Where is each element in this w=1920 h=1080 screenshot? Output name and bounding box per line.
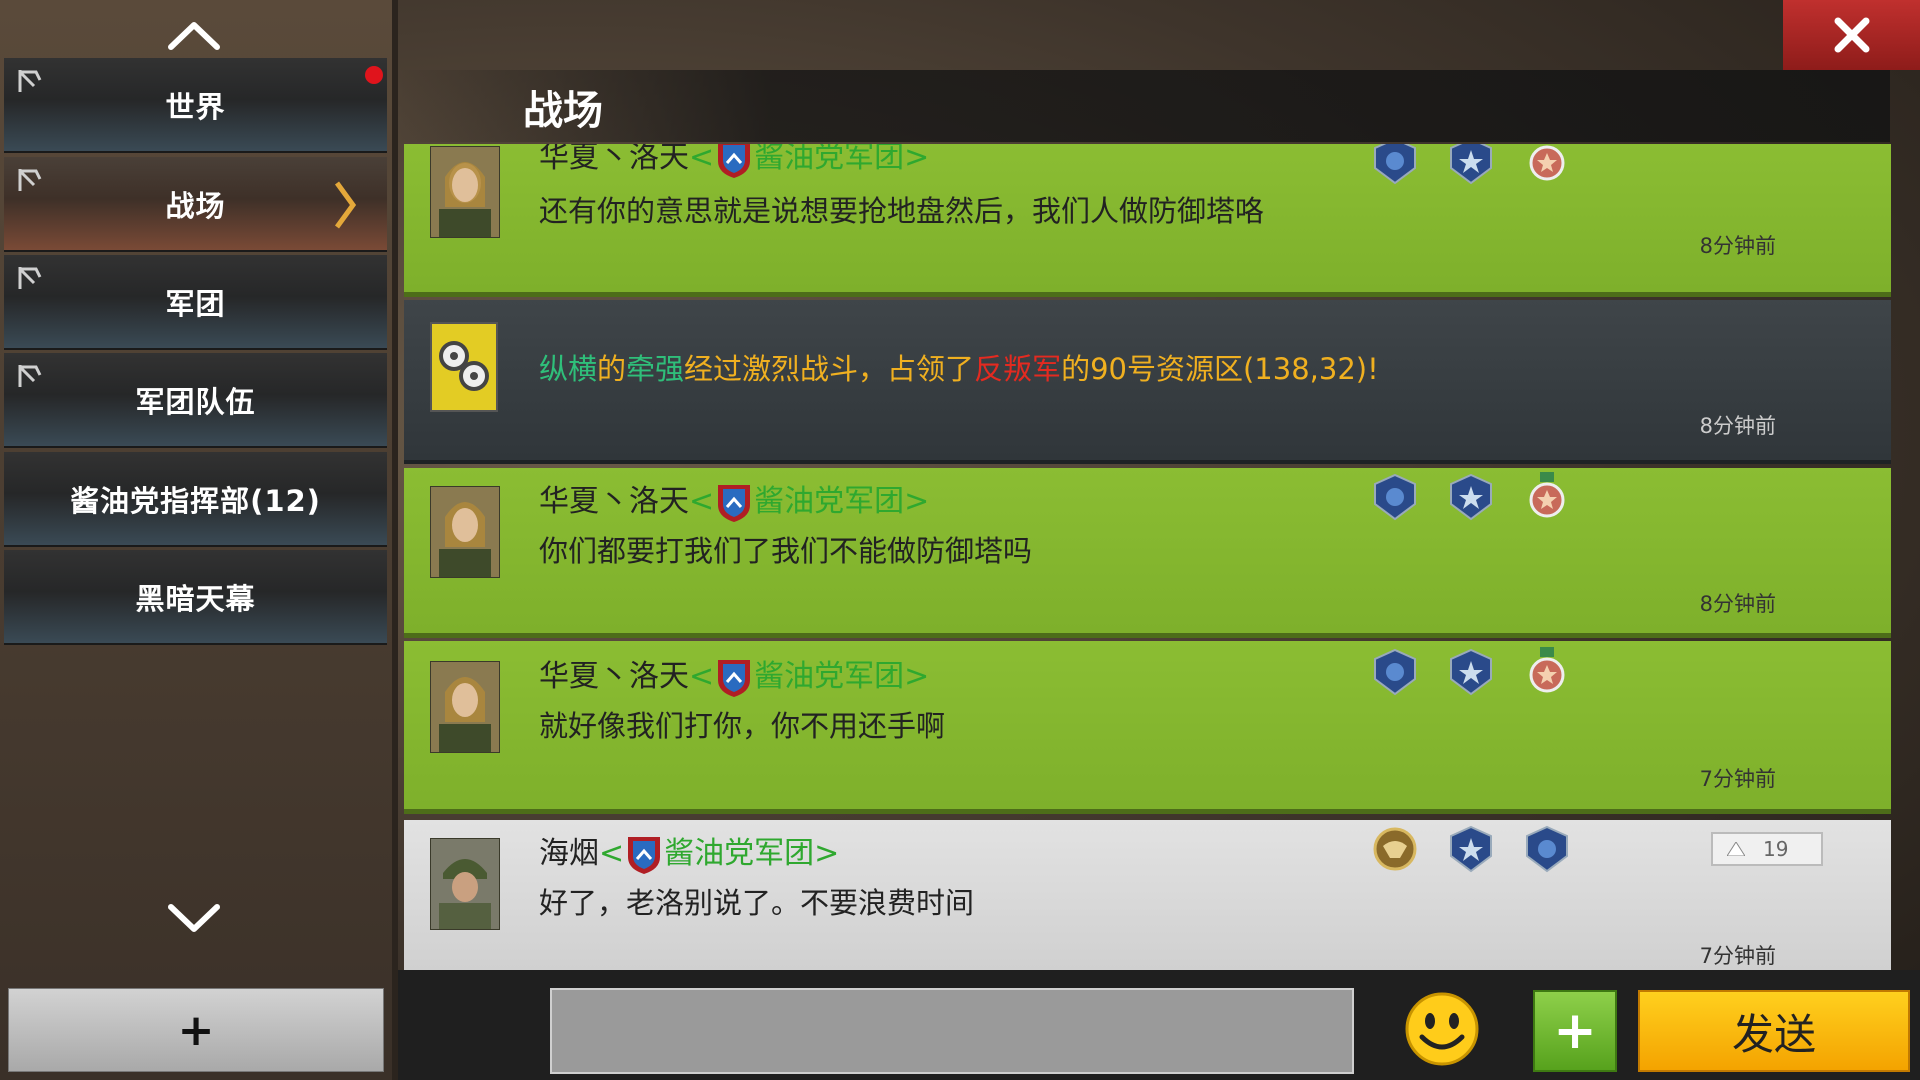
guild-shield-icon — [628, 836, 661, 874]
chat-message-list[interactable]: 华夏丶洛天< 酱油党军团> 还有你的意思就是说想要抢地盘然后，我们人做防御塔咯 8… — [404, 144, 1891, 970]
header-bar: 战场 — [398, 70, 1890, 142]
sidebar-item-legion-team[interactable]: 军团队伍 — [4, 353, 387, 448]
add-channel-button[interactable]: + — [8, 988, 384, 1072]
chat-input[interactable] — [550, 988, 1354, 1074]
send-label: 发送 — [1731, 1009, 1816, 1059]
guild-name[interactable]: 酱油党军团 — [754, 144, 904, 175]
sidebar-item-label: 军团队伍 — [135, 384, 256, 419]
system-gears-icon — [430, 322, 498, 412]
sender-name[interactable]: 海烟 — [539, 836, 599, 871]
avatar[interactable] — [430, 838, 500, 930]
guild-name[interactable]: 酱油党军团 — [754, 659, 904, 694]
message-text: 你们都要打我们了我们不能做防御塔吗 — [539, 534, 1033, 568]
blue-emblem-icon[interactable] — [1446, 647, 1496, 697]
sidebar-item-battlefield[interactable]: 战场 — [4, 157, 387, 252]
star-medal-icon[interactable] — [1522, 647, 1572, 697]
medal-row — [1370, 824, 1572, 874]
star-medal-icon[interactable] — [1522, 144, 1572, 186]
blue-emblem-icon[interactable] — [1522, 824, 1572, 874]
send-button[interactable]: 发送 — [1638, 990, 1910, 1072]
text-fragment: 经过激烈战斗，占领了 — [684, 352, 975, 386]
message-text: 好了，老洛别说了。不要浪费时间 — [539, 886, 975, 920]
medal-row — [1370, 472, 1572, 522]
system-message[interactable]: 纵横的牵强经过激烈战斗，占领了反叛军的90号资源区(138,32)! 8分钟前 — [404, 300, 1891, 464]
avatar[interactable] — [430, 486, 500, 578]
plus-icon: + — [177, 1004, 215, 1056]
blue-emblem-icon[interactable] — [1370, 647, 1420, 697]
channel-sidebar: 世界 战场 军团 军团队伍 酱油党指挥部(12) 黑暗天幕 + — [0, 0, 392, 1080]
system-message-text: 纵横的牵强经过激烈战斗，占领了反叛军的90号资源区(138,32)! — [539, 346, 1379, 388]
pin-icon[interactable] — [14, 66, 44, 96]
medal-row — [1370, 144, 1572, 186]
guild-name[interactable]: 酱油党军团 — [754, 484, 904, 519]
like-arrow-icon — [1727, 842, 1745, 856]
scroll-up-icon[interactable] — [160, 16, 228, 56]
eagle-emblem-icon[interactable] — [1370, 824, 1420, 874]
page-title: 战场 — [523, 88, 603, 134]
blue-emblem-icon[interactable] — [1446, 824, 1496, 874]
sidebar-item-legion[interactable]: 军团 — [4, 255, 387, 350]
medal-row — [1370, 647, 1572, 697]
message-text: 还有你的意思就是说想要抢地盘然后，我们人做防御塔咯 — [539, 194, 1265, 228]
sender-name[interactable]: 华夏丶洛天 — [539, 144, 689, 175]
like-count: 19 — [1763, 837, 1789, 861]
close-button[interactable] — [1783, 0, 1920, 70]
text-fragment: 的 — [597, 352, 627, 386]
sidebar-item-world[interactable]: 世界 — [4, 58, 387, 153]
sidebar-item-dark-sky[interactable]: 黑暗天幕 — [4, 550, 387, 645]
sidebar-item-label: 黑暗天幕 — [135, 581, 256, 616]
close-icon — [1834, 17, 1869, 53]
blue-emblem-icon[interactable] — [1370, 144, 1420, 186]
chevron-right-icon — [334, 181, 357, 229]
avatar[interactable] — [430, 146, 500, 238]
sender-line: 海烟< 酱油党军团> — [539, 828, 839, 875]
message-time: 7分钟前 — [1699, 944, 1776, 968]
like-counter[interactable]: 19 — [1711, 832, 1823, 866]
sender-name[interactable]: 华夏丶洛天 — [539, 659, 689, 694]
sender-name[interactable]: 华夏丶洛天 — [539, 484, 689, 519]
chat-message[interactable]: 华夏丶洛天< 酱油党军团> 还有你的意思就是说想要抢地盘然后，我们人做防御塔咯 8… — [404, 144, 1891, 297]
emoji-button[interactable] — [1404, 991, 1480, 1067]
star-medal-icon[interactable] — [1522, 472, 1572, 522]
chat-message[interactable]: 海烟< 酱油党军团> 好了，老洛别说了。不要浪费时间 19 7分钟前 — [404, 820, 1891, 970]
plus-icon: + — [1553, 1001, 1597, 1061]
player-name[interactable]: 牵强 — [626, 352, 684, 386]
sidebar-item-command-hq[interactable]: 酱油党指挥部(12) — [4, 452, 387, 547]
sender-line: 华夏丶洛天< 酱油党军团> — [539, 144, 929, 179]
pin-icon[interactable] — [14, 165, 44, 195]
sidebar-item-label: 酱油党指挥部(12) — [70, 483, 321, 518]
message-time: 8分钟前 — [1699, 414, 1776, 438]
chat-message[interactable]: 华夏丶洛天< 酱油党军团> 就好像我们打你，你不用还手啊 7分钟前 — [404, 641, 1891, 814]
blue-emblem-icon[interactable] — [1446, 472, 1496, 522]
enemy-name[interactable]: 反叛军 — [974, 352, 1061, 386]
sidebar-item-label: 战场 — [165, 188, 226, 223]
message-time: 8分钟前 — [1699, 234, 1776, 258]
sender-line: 华夏丶洛天< 酱油党军团> — [539, 476, 929, 523]
message-time: 7分钟前 — [1699, 767, 1776, 791]
scroll-down-icon[interactable] — [160, 898, 228, 938]
notification-dot — [365, 66, 383, 84]
text-fragment: 的90号资源区(138,32)! — [1061, 352, 1379, 386]
attach-button[interactable]: + — [1533, 990, 1617, 1072]
player-name[interactable]: 纵横 — [539, 352, 597, 386]
message-time: 8分钟前 — [1699, 592, 1776, 616]
guild-name[interactable]: 酱油党军团 — [664, 836, 814, 871]
guild-shield-icon — [718, 144, 751, 178]
sidebar-divider — [392, 0, 398, 1080]
sidebar-item-label: 世界 — [165, 89, 226, 124]
blue-emblem-icon[interactable] — [1446, 144, 1496, 186]
guild-shield-icon — [718, 659, 751, 697]
chat-message[interactable]: 华夏丶洛天< 酱油党军团> 你们都要打我们了我们不能做防御塔吗 8分钟前 — [404, 468, 1891, 638]
avatar[interactable] — [430, 661, 500, 753]
blue-emblem-icon[interactable] — [1370, 472, 1420, 522]
message-text: 就好像我们打你，你不用还手啊 — [539, 709, 946, 743]
smiley-icon — [1405, 992, 1479, 1066]
pin-icon[interactable] — [14, 263, 44, 293]
guild-shield-icon — [718, 484, 751, 522]
sidebar-item-label: 军团 — [165, 286, 226, 321]
pin-icon[interactable] — [14, 361, 44, 391]
sender-line: 华夏丶洛天< 酱油党军团> — [539, 651, 929, 698]
